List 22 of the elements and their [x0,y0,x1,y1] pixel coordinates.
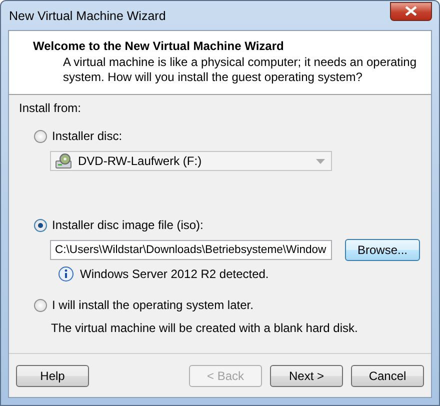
radio-button[interactable] [34,130,47,142]
detection-message: Windows Server 2012 R2 detected. [80,267,269,281]
close-icon [405,6,417,16]
install-from-label: Install from: [19,101,82,115]
info-icon [58,266,74,282]
wizard-button[interactable]: Next > [270,365,343,387]
iso-path-dropdown[interactable]: C:\Users\Wildstar\Downloads\Betriebsysteme\Window [50,240,332,260]
radio-label[interactable]: Installer disc image file (iso): [52,218,204,232]
wizard-button[interactable]: Cancel [351,365,424,387]
browse-button[interactable]: Browse... [345,239,420,261]
option-note: The virtual machine will be created with a blank hard disk. [51,321,359,335]
dropdown-arrow-icon [316,158,325,164]
radio-label[interactable]: Installer disc: [52,129,122,143]
radio-button[interactable] [34,298,47,312]
wizard-button[interactable]: Help [16,365,89,387]
header-description: A virtual machine is like a physical computer; it needs an operating system. How will you install the guest operating system? [62,55,418,85]
radio-label[interactable]: I will install the operating system later. [52,298,254,312]
close-button[interactable] [390,2,432,20]
header-title: Welcome to the New Virtual Machine Wizard [33,39,285,53]
window-title: New Virtual Machine Wizard [8,8,166,22]
radio-button[interactable] [34,218,47,232]
drive-icon [55,153,73,169]
